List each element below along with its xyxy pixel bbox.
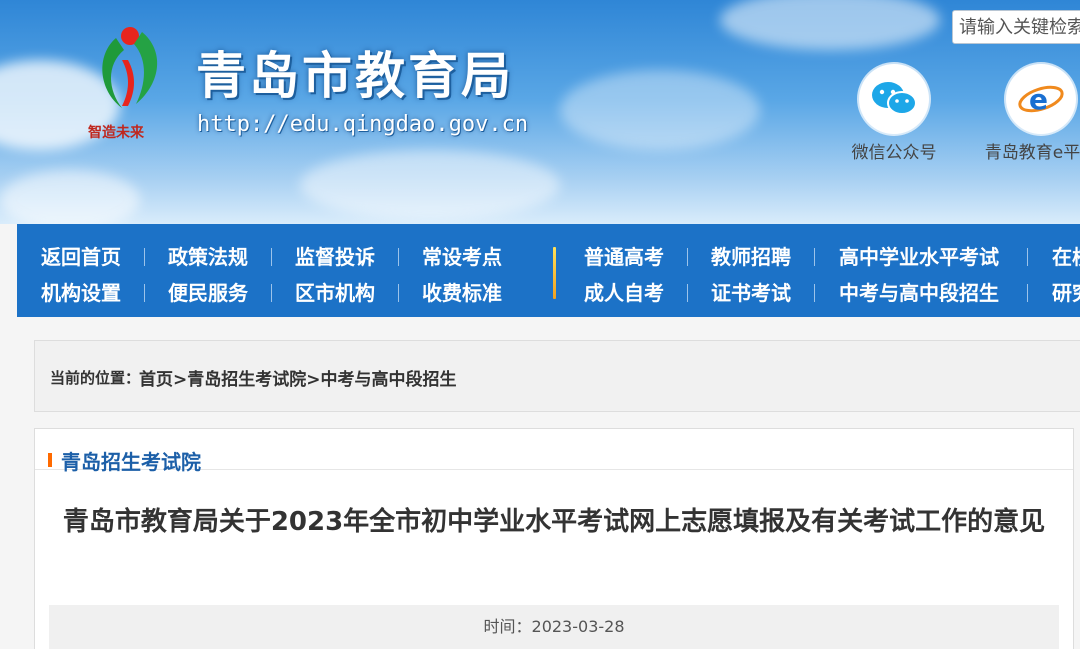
breadcrumb-links: 首页>青岛招生考试院>中考与高中段招生: [139, 365, 457, 390]
date-label: 时间：: [483, 617, 532, 636]
breadcrumb-home[interactable]: 首页: [139, 370, 173, 390]
nav-item-teacher-recruit[interactable]: 教师招聘: [711, 243, 791, 271]
site-header: 智造未来 青岛市教育局 http://edu.qingdao.gov.cn 微信…: [0, 0, 1080, 224]
nav-separator: [271, 248, 272, 266]
qingdao-e-platform-link[interactable]: e 青岛教育e平台: [966, 64, 1080, 163]
nav-item-services[interactable]: 便民服务: [168, 279, 248, 307]
search-input[interactable]: [952, 10, 1080, 44]
nav-separator: [271, 284, 272, 302]
nav-group-divider: [553, 247, 556, 299]
nav-separator: [687, 248, 688, 266]
nav-item-hs-proficiency[interactable]: 高中学业水平考试: [839, 243, 999, 271]
e-platform-label: 青岛教育e平台: [984, 143, 1080, 163]
bureau-logo[interactable]: 智造未来: [86, 20, 176, 145]
nav-separator: [144, 248, 145, 266]
nav-item-complaint[interactable]: 监督投诉: [295, 243, 375, 271]
article-panel: 青岛招生考试院 青岛市教育局关于2023年全市初中学业水平考试网上志愿填报及有关…: [34, 428, 1074, 649]
nav-separator: [1027, 284, 1028, 302]
site-title[interactable]: 青岛市教育局: [196, 36, 514, 108]
wechat-label: 微信公众号: [851, 143, 937, 163]
section-title[interactable]: 青岛招生考试院: [61, 446, 201, 475]
breadcrumb-separator: >: [306, 370, 321, 390]
section-accent-bar: [48, 453, 52, 467]
publish-date: 2023-03-28: [531, 617, 625, 636]
nav-separator: [814, 248, 815, 266]
nav-item-gaokao[interactable]: 普通高考: [584, 243, 664, 271]
nav-item-self-study[interactable]: 成人自考: [584, 279, 664, 307]
nav-separator: [687, 284, 688, 302]
svg-text:e: e: [1029, 83, 1048, 116]
cloud-decoration: [0, 170, 140, 224]
nav-item-exam-sites[interactable]: 常设考点: [422, 243, 502, 271]
nav-item-certificate[interactable]: 证书考试: [711, 279, 791, 307]
breadcrumb-zhongkao[interactable]: 中考与高中段招生: [321, 370, 457, 390]
e-platform-icon: e: [1006, 64, 1076, 134]
nav-separator: [398, 284, 399, 302]
cloud-decoration: [300, 150, 560, 220]
nav-item-zhongkao[interactable]: 中考与高中段招生: [839, 279, 999, 307]
breadcrumb: 当前的位置： 首页>青岛招生考试院>中考与高中段招生: [34, 340, 1080, 412]
breadcrumb-prefix: 当前的位置：: [50, 369, 141, 387]
nav-item-org[interactable]: 机构设置: [41, 279, 121, 307]
nav-separator: [398, 248, 399, 266]
nav-item-district[interactable]: 区市机构: [295, 279, 375, 307]
wechat-official-account-link[interactable]: 微信公众号: [842, 64, 946, 163]
nav-separator: [814, 284, 815, 302]
article-meta: 时间：2023-03-28: [49, 605, 1059, 649]
nav-item-policy[interactable]: 政策法规: [168, 243, 248, 271]
cloud-decoration: [720, 0, 940, 50]
site-url[interactable]: http://edu.qingdao.gov.cn: [197, 112, 528, 137]
breadcrumb-exam-institute[interactable]: 青岛招生考试院: [187, 370, 306, 390]
nav-item-in-school[interactable]: 在校: [1052, 243, 1080, 271]
nav-separator: [1027, 248, 1028, 266]
nav-separator: [144, 284, 145, 302]
article-title: 青岛市教育局关于2023年全市初中学业水平考试网上志愿填报及有关考试工作的意见: [62, 507, 1046, 537]
breadcrumb-separator: >: [173, 370, 188, 390]
nav-item-fees[interactable]: 收费标准: [422, 279, 502, 307]
wechat-icon: [859, 64, 929, 134]
nav-item-research[interactable]: 研究: [1052, 279, 1080, 307]
section-header: 青岛招生考试院: [35, 429, 1073, 474]
main-navigation: 返回首页 政策法规 监督投诉 常设考点 普通高考 教师招聘 高中学业水平考试 在…: [17, 224, 1080, 317]
nav-item-home[interactable]: 返回首页: [41, 243, 121, 271]
cloud-decoration: [560, 70, 760, 150]
logo-motto: 智造未来: [87, 124, 145, 141]
